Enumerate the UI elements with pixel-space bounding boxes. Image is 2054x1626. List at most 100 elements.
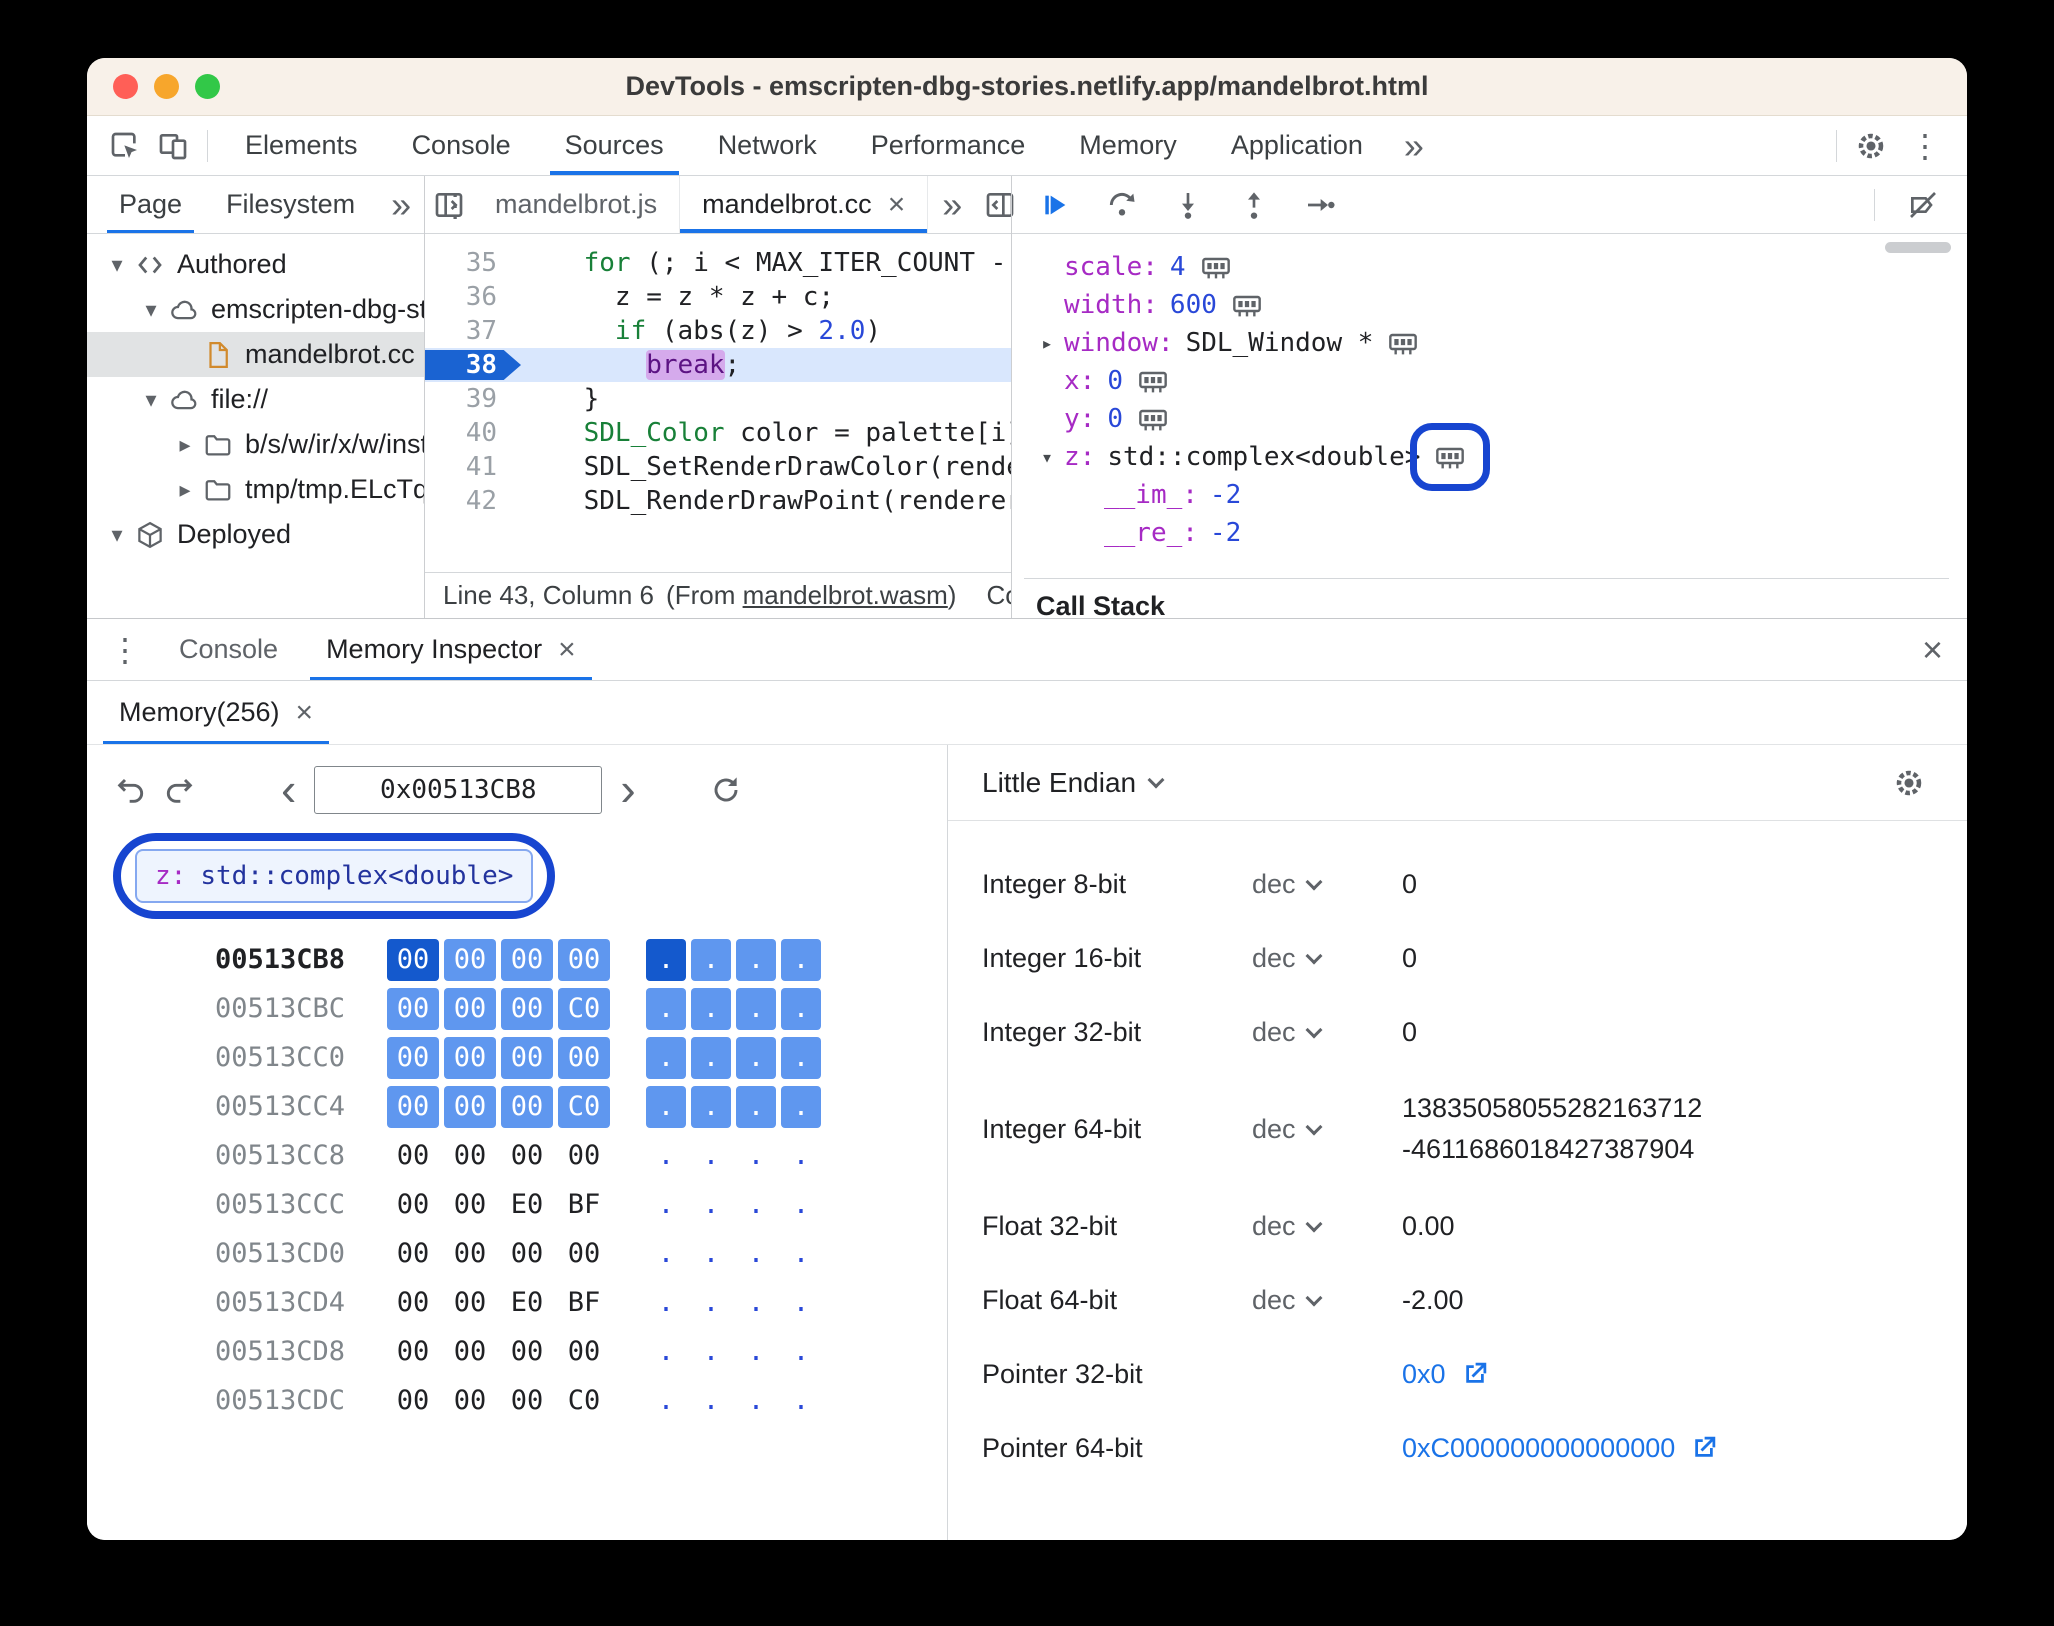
scope-row-window[interactable]: ▸ window: SDL_Window * xyxy=(1024,324,1967,362)
external-link-icon[interactable] xyxy=(1460,1359,1490,1389)
tree-item-mandelbrot-cc[interactable]: mandelbrot.cc xyxy=(87,332,424,377)
close-drawer-icon[interactable]: × xyxy=(1922,631,1967,668)
line-number[interactable]: 36 xyxy=(425,282,521,312)
tree-item-file[interactable]: ▾ file:// xyxy=(87,377,424,422)
memory-ascii[interactable]: . xyxy=(646,1085,686,1128)
memory-ascii[interactable]: . xyxy=(736,1085,776,1128)
minimize-window-button[interactable] xyxy=(154,74,179,99)
memory-byte[interactable]: 00 xyxy=(558,1233,610,1275)
memory-ascii[interactable]: . xyxy=(646,1233,686,1275)
memory-byte[interactable]: 00 xyxy=(558,1036,610,1079)
more-navigator-tabs-chevron[interactable]: » xyxy=(377,186,425,223)
memory-ascii[interactable]: . xyxy=(691,987,731,1030)
memory-ascii[interactable]: . xyxy=(736,1184,776,1226)
kebab-menu-icon[interactable]: ⋮ xyxy=(1895,130,1955,162)
memory-ascii[interactable]: . xyxy=(646,1184,686,1226)
value-text[interactable]: 0x0 xyxy=(1402,1359,1446,1390)
memory-byte[interactable]: 00 xyxy=(444,987,496,1030)
tab-filesystem[interactable]: Filesystem xyxy=(204,176,377,233)
memory-byte[interactable]: E0 xyxy=(501,1282,553,1324)
tab-memory-inspector[interactable]: Memory Inspector × xyxy=(302,619,600,680)
memory-byte[interactable]: 00 xyxy=(558,1135,610,1177)
memory-byte[interactable]: 00 xyxy=(501,1380,553,1422)
memory-byte[interactable]: 00 xyxy=(444,1085,496,1128)
execution-line-number[interactable]: 38 xyxy=(425,350,521,380)
memory-byte[interactable]: E0 xyxy=(501,1184,553,1226)
memory-ascii[interactable]: . xyxy=(781,938,821,981)
memory-ascii[interactable]: . xyxy=(781,1036,821,1079)
memory-byte[interactable]: 00 xyxy=(387,987,439,1030)
memory-ascii[interactable]: . xyxy=(691,1282,731,1324)
format-dropdown[interactable]: dec xyxy=(1252,943,1402,974)
chip-icon[interactable] xyxy=(1137,403,1169,435)
chip-icon[interactable] xyxy=(1231,289,1263,321)
line-number[interactable]: 42 xyxy=(425,486,521,516)
previous-page-chevron[interactable]: ‹ xyxy=(269,766,308,812)
memory-byte[interactable]: 00 xyxy=(387,1331,439,1373)
tree-item-tmp-tmp-elctq2ygn[interactable]: ▸ tmp/tmp.ELcTq2YGN xyxy=(87,467,424,512)
panel-tab-network[interactable]: Network xyxy=(691,116,844,175)
memory-ascii[interactable]: . xyxy=(781,1135,821,1177)
deactivate-breakpoints-icon[interactable] xyxy=(1895,181,1951,229)
memory-ascii[interactable]: . xyxy=(646,938,686,981)
memory-byte[interactable]: BF xyxy=(558,1184,610,1226)
memory-ascii[interactable]: . xyxy=(646,1036,686,1079)
memory-ascii[interactable]: . xyxy=(781,1233,821,1275)
drawer-kebab-icon[interactable]: ⋮ xyxy=(95,634,155,666)
memory-byte[interactable]: 00 xyxy=(444,1184,496,1226)
memory-ascii[interactable]: . xyxy=(646,1331,686,1373)
reveal-in-memory-inspector[interactable] xyxy=(1410,423,1491,491)
memory-ascii[interactable]: . xyxy=(736,1282,776,1324)
inspect-icon[interactable] xyxy=(101,122,149,170)
tab-mandelbrot-js[interactable]: mandelbrot.js xyxy=(473,176,681,233)
memory-ascii[interactable]: . xyxy=(691,1184,731,1226)
memory-byte[interactable]: 00 xyxy=(387,1380,439,1422)
close-window-button[interactable] xyxy=(113,74,138,99)
disclosure-right-icon[interactable]: ▸ xyxy=(169,477,201,503)
line-number[interactable]: 37 xyxy=(425,316,521,346)
memory-byte[interactable]: C0 xyxy=(558,1380,610,1422)
memory-byte[interactable]: 00 xyxy=(501,1085,553,1128)
memory-byte[interactable]: 00 xyxy=(387,1184,439,1226)
line-number[interactable]: 35 xyxy=(425,248,521,278)
memory-ascii[interactable]: . xyxy=(646,1380,686,1422)
memory-ascii[interactable]: . xyxy=(781,1331,821,1373)
tree-item-b-s-w-ir-x-w-install[interactable]: ▸ b/s/w/ir/x/w/install xyxy=(87,422,424,467)
step-into-icon[interactable] xyxy=(1160,181,1216,229)
memory-byte[interactable]: BF xyxy=(558,1282,610,1324)
tree-item-deployed[interactable]: ▾ Deployed xyxy=(87,512,424,557)
memory-ascii[interactable]: . xyxy=(736,1233,776,1275)
memory-byte[interactable]: 00 xyxy=(501,1331,553,1373)
format-dropdown[interactable]: dec xyxy=(1252,869,1402,900)
gear-icon[interactable] xyxy=(1847,122,1895,170)
line-number[interactable]: 40 xyxy=(425,418,521,448)
toggle-navigator-icon[interactable] xyxy=(425,181,473,229)
memory-ascii[interactable]: . xyxy=(691,938,731,981)
panel-tab-memory[interactable]: Memory xyxy=(1052,116,1204,175)
step-over-icon[interactable] xyxy=(1094,181,1150,229)
refresh-icon[interactable] xyxy=(702,766,750,814)
memory-byte[interactable]: 00 xyxy=(387,938,439,981)
memory-byte[interactable]: 00 xyxy=(501,938,553,981)
memory-byte[interactable]: 00 xyxy=(444,1233,496,1275)
scope-row-width[interactable]: width: 600 xyxy=(1024,286,1967,324)
scope-row-x[interactable]: x: 0 xyxy=(1024,362,1967,400)
call-stack-section-header[interactable]: Call Stack xyxy=(1024,578,1949,618)
memory-ascii[interactable]: . xyxy=(781,1282,821,1324)
memory-byte[interactable]: 00 xyxy=(444,938,496,981)
memory-byte[interactable]: C0 xyxy=(558,1085,610,1128)
scope-row-y[interactable]: y: 0 xyxy=(1024,400,1967,438)
tab-memory-256[interactable]: Memory(256) × xyxy=(97,681,335,744)
memory-byte[interactable]: 00 xyxy=(387,1233,439,1275)
more-editor-tabs-chevron[interactable]: » xyxy=(928,186,976,223)
memory-ascii[interactable]: . xyxy=(736,987,776,1030)
reveal-in-memory-inspector[interactable] xyxy=(1200,251,1232,283)
chip-icon[interactable] xyxy=(1434,441,1466,473)
external-link-icon[interactable] xyxy=(1689,1433,1719,1463)
more-panels-chevron[interactable]: » xyxy=(1390,127,1438,164)
memory-byte[interactable]: 00 xyxy=(387,1036,439,1079)
disclosure-right-icon[interactable]: ▸ xyxy=(169,432,201,458)
memory-ascii[interactable]: . xyxy=(691,1233,731,1275)
memory-byte[interactable]: 00 xyxy=(558,1331,610,1373)
reveal-in-memory-inspector[interactable] xyxy=(1137,403,1169,435)
